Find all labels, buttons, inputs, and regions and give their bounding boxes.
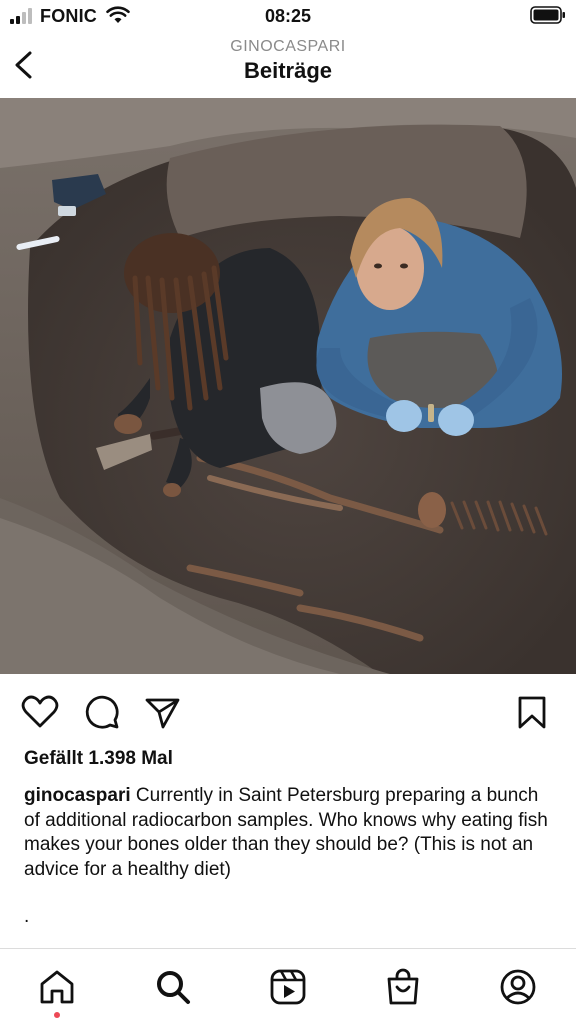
share-button[interactable]: [142, 692, 182, 732]
comment-button[interactable]: [82, 692, 122, 732]
post-photo[interactable]: [0, 98, 576, 674]
share-icon: [145, 698, 180, 729]
excavation-photo: [0, 98, 576, 674]
bookmark-icon: [518, 696, 546, 729]
page-title: Beiträge: [243, 58, 333, 83]
bottom-navigation: [0, 948, 576, 1024]
status-bar: FONIC 08:25: [0, 0, 576, 34]
heart-icon: [21, 695, 59, 728]
clock-time: 08:25: [264, 6, 312, 26]
like-button[interactable]: [20, 692, 60, 732]
reels-icon: [270, 969, 306, 1005]
nav-shop[interactable]: [383, 967, 423, 1007]
page-header: GINOCASPARI Beiträge: [0, 34, 576, 98]
search-icon: [157, 971, 190, 1004]
profile-icon: [500, 969, 536, 1005]
likes-count[interactable]: Gefällt 1.398 Mal: [24, 748, 173, 770]
caption-more: .: [24, 906, 30, 927]
nav-home[interactable]: [37, 967, 77, 1007]
post-actions: [0, 684, 576, 740]
nav-search[interactable]: [153, 967, 193, 1007]
home-icon: [40, 970, 74, 1004]
instagram-post-screen: FONIC 08:25 GINOCASPARI Beiträge Gefällt…: [0, 0, 576, 1024]
home-notification-dot: [54, 1012, 60, 1018]
save-button[interactable]: [512, 692, 552, 732]
comment-icon: [85, 695, 119, 729]
caption-username[interactable]: ginocaspari: [24, 785, 131, 806]
nav-profile[interactable]: [498, 967, 538, 1007]
post-caption: ginocaspari Currently in Saint Petersbur…: [24, 784, 554, 882]
header-username: GINOCASPARI: [230, 38, 346, 55]
nav-reels[interactable]: [268, 967, 308, 1007]
battery-icon: [530, 6, 565, 24]
shop-icon: [387, 968, 419, 1005]
